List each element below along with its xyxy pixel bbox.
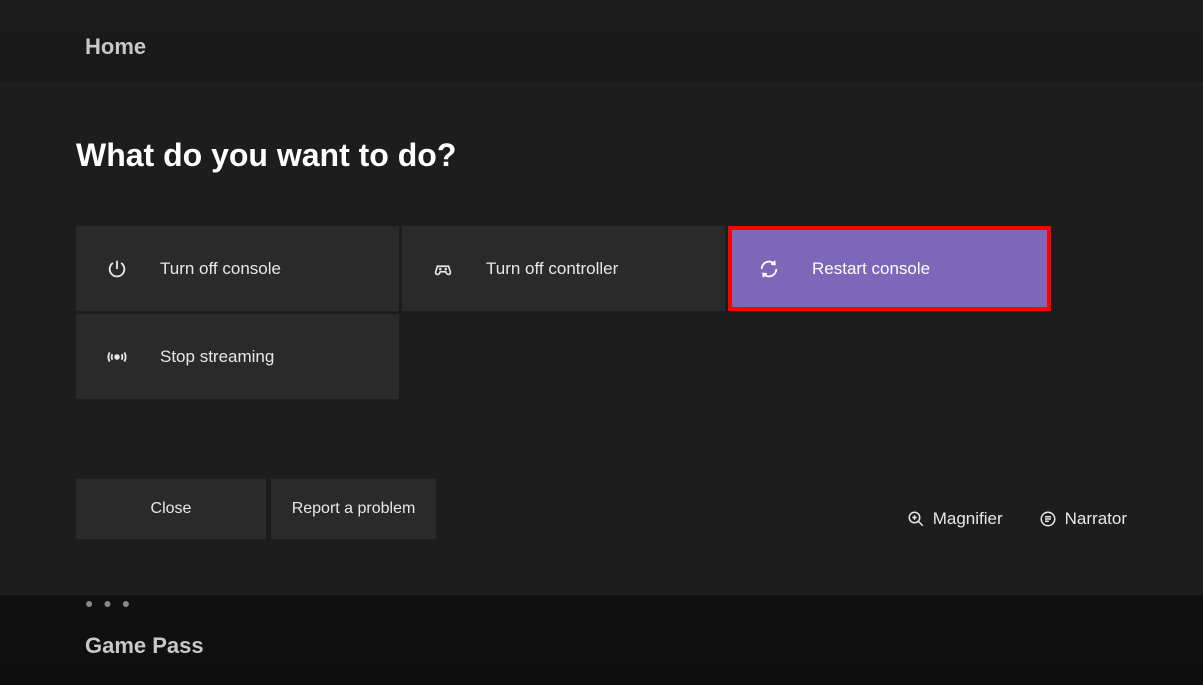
footer-section: ● ● ● Game Pass xyxy=(85,595,204,659)
tiles-grid: Turn off console Turn off controller xyxy=(76,226,1127,399)
bottom-row: Close Report a problem Magnifier xyxy=(76,479,1127,539)
gamepass-label: Game Pass xyxy=(85,633,204,659)
narrator-icon xyxy=(1039,510,1057,528)
tile-label: Turn off console xyxy=(160,259,281,279)
turn-off-controller-tile[interactable]: Turn off controller xyxy=(402,226,725,311)
power-icon xyxy=(106,258,128,280)
home-label: Home xyxy=(85,34,1203,60)
report-problem-button[interactable]: Report a problem xyxy=(271,479,436,539)
close-button[interactable]: Close xyxy=(76,479,266,539)
tile-label: Turn off controller xyxy=(486,259,618,279)
bottom-buttons: Close Report a problem xyxy=(76,479,436,539)
tile-label: Stop streaming xyxy=(160,347,274,367)
narrator-link[interactable]: Narrator xyxy=(1039,509,1127,529)
turn-off-console-tile[interactable]: Turn off console xyxy=(76,226,399,311)
dialog-title: What do you want to do? xyxy=(76,137,1127,174)
restart-console-tile[interactable]: Restart console xyxy=(728,226,1051,311)
header-bar: Home xyxy=(0,0,1203,82)
tile-label: Restart console xyxy=(812,259,930,279)
controller-icon xyxy=(432,258,454,280)
footer-icons: ● ● ● xyxy=(85,595,204,611)
refresh-icon xyxy=(758,258,780,280)
stop-streaming-tile[interactable]: Stop streaming xyxy=(76,314,399,399)
magnifier-label: Magnifier xyxy=(933,509,1003,529)
magnifier-link[interactable]: Magnifier xyxy=(907,509,1003,529)
broadcast-icon xyxy=(106,346,128,368)
magnifier-icon xyxy=(907,510,925,528)
accessibility-links: Magnifier Narrator xyxy=(907,509,1127,529)
narrator-label: Narrator xyxy=(1065,509,1127,529)
power-dialog: What do you want to do? Turn off console… xyxy=(0,82,1203,595)
